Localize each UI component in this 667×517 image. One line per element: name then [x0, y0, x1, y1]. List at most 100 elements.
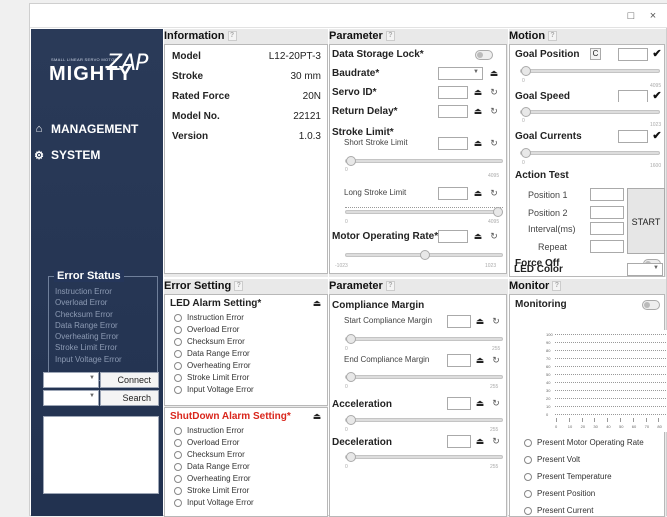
led-alarm-radio[interactable] [174, 386, 182, 394]
search-button[interactable]: Search [100, 390, 159, 406]
help-icon[interactable]: ? [385, 281, 395, 291]
download-icon[interactable]: ⏏ [488, 67, 500, 79]
data-storage-lock-toggle[interactable] [475, 50, 493, 60]
shutdown-alarm-radio[interactable] [174, 487, 182, 495]
download-icon[interactable]: ⏏ [472, 137, 484, 149]
return-delay-input[interactable] [438, 105, 468, 118]
slider-thumb[interactable] [346, 156, 356, 166]
led-alarm-radio[interactable] [174, 362, 182, 370]
acceleration-slider[interactable] [345, 415, 503, 425]
short-stroke-slider[interactable] [345, 156, 503, 166]
refresh-icon[interactable]: ↻ [489, 230, 499, 242]
check-icon[interactable]: ✔ [650, 130, 664, 142]
shutdown-alarm-radio[interactable] [174, 451, 182, 459]
slider-thumb[interactable] [346, 415, 356, 425]
goal-currents-slider[interactable] [520, 148, 660, 158]
deceleration-slider[interactable] [345, 452, 503, 462]
refresh-icon[interactable]: ↻ [491, 315, 501, 327]
goal-position-slider[interactable] [520, 66, 660, 76]
download-icon[interactable]: ⏏ [472, 230, 484, 242]
download-icon[interactable]: ⏏ [472, 187, 484, 199]
shutdown-alarm-radio[interactable] [174, 439, 182, 447]
short-stroke-limit-input[interactable] [438, 137, 468, 150]
download-icon[interactable]: ⏏ [311, 410, 323, 422]
shutdown-alarm-radio[interactable] [174, 427, 182, 435]
motor-operating-rate-input[interactable] [438, 230, 468, 243]
close-icon[interactable]: × [644, 8, 662, 24]
slider-thumb[interactable] [521, 148, 531, 158]
download-icon[interactable]: ⏏ [472, 105, 484, 117]
slider-thumb[interactable] [420, 250, 430, 260]
help-icon[interactable]: ? [234, 281, 244, 291]
download-icon[interactable]: ⏏ [311, 297, 323, 309]
refresh-icon[interactable]: ↻ [491, 397, 501, 409]
refresh-icon[interactable]: ↻ [489, 187, 499, 199]
motor-operating-rate-slider[interactable] [345, 250, 503, 260]
goal-speed-slider[interactable] [520, 107, 660, 117]
download-icon[interactable]: ⏏ [472, 86, 484, 98]
refresh-icon[interactable]: ↻ [491, 354, 501, 366]
acceleration-input[interactable] [447, 397, 471, 410]
connect-button[interactable]: Connect [100, 372, 159, 388]
monitor-option-radio[interactable] [524, 439, 532, 447]
slider-thumb[interactable] [521, 66, 531, 76]
led-alarm-radio[interactable] [174, 314, 182, 322]
help-icon[interactable]: ? [552, 281, 562, 291]
maximize-icon[interactable]: □ [622, 8, 640, 24]
shutdown-alarm-radio[interactable] [174, 499, 182, 507]
slider-thumb[interactable] [346, 452, 356, 462]
download-icon[interactable]: ⏏ [474, 397, 486, 409]
start-button[interactable]: START [627, 188, 665, 254]
monitor-option-radio[interactable] [524, 490, 532, 498]
nav-system[interactable]: ⚙ SYSTEM [33, 147, 100, 163]
led-color-select[interactable]: ▼ [627, 263, 663, 276]
monitor-option-radio[interactable] [524, 473, 532, 481]
end-compliance-slider[interactable] [345, 372, 503, 382]
refresh-icon[interactable]: ↻ [491, 435, 501, 447]
slider-thumb[interactable] [521, 107, 531, 117]
help-icon[interactable]: ? [548, 31, 558, 41]
monitor-option-radio[interactable] [524, 456, 532, 464]
goal-position-input[interactable] [618, 48, 648, 61]
monitor-option-label: Present Position [537, 489, 596, 498]
goal-position-c-button[interactable]: C [590, 48, 601, 60]
long-stroke-limit-input[interactable] [438, 187, 468, 200]
interval-input[interactable] [590, 222, 624, 235]
log-textarea[interactable] [43, 416, 159, 494]
nav-management[interactable]: ⌂ MANAGEMENT [33, 121, 139, 137]
download-icon[interactable]: ⏏ [474, 435, 486, 447]
deceleration-input[interactable] [447, 435, 471, 448]
long-stroke-slider[interactable] [345, 207, 503, 217]
slider-thumb[interactable] [493, 207, 503, 217]
slider-thumb[interactable] [346, 334, 356, 344]
shutdown-alarm-radio[interactable] [174, 475, 182, 483]
shutdown-alarm-radio[interactable] [174, 463, 182, 471]
start-compliance-slider[interactable] [345, 334, 503, 344]
port-select[interactable]: ▼ [43, 372, 99, 388]
download-icon[interactable]: ⏏ [474, 315, 486, 327]
led-alarm-radio[interactable] [174, 326, 182, 334]
position1-input[interactable] [590, 188, 624, 201]
led-alarm-radio[interactable] [174, 374, 182, 382]
slider-thumb[interactable] [346, 372, 356, 382]
position2-input[interactable] [590, 206, 624, 219]
goal-currents-input[interactable] [618, 130, 648, 143]
start-compliance-input[interactable] [447, 315, 471, 328]
monitor-option-radio[interactable] [524, 507, 532, 515]
check-icon[interactable]: ✔ [650, 48, 664, 60]
repeat-input[interactable] [590, 240, 624, 253]
help-icon[interactable]: ? [385, 31, 395, 41]
check-icon[interactable]: ✔ [650, 90, 664, 102]
led-alarm-radio[interactable] [174, 350, 182, 358]
refresh-icon[interactable]: ↻ [489, 137, 499, 149]
baud-select[interactable]: ▼ [43, 390, 99, 406]
baudrate-select[interactable]: ▼ [438, 67, 483, 80]
download-icon[interactable]: ⏏ [474, 354, 486, 366]
servo-id-input[interactable] [438, 86, 468, 99]
refresh-icon[interactable]: ↻ [489, 105, 499, 117]
help-icon[interactable]: ? [227, 31, 237, 41]
end-compliance-input[interactable] [447, 354, 471, 367]
monitoring-toggle[interactable] [642, 300, 660, 310]
refresh-icon[interactable]: ↻ [489, 86, 499, 98]
led-alarm-radio[interactable] [174, 338, 182, 346]
